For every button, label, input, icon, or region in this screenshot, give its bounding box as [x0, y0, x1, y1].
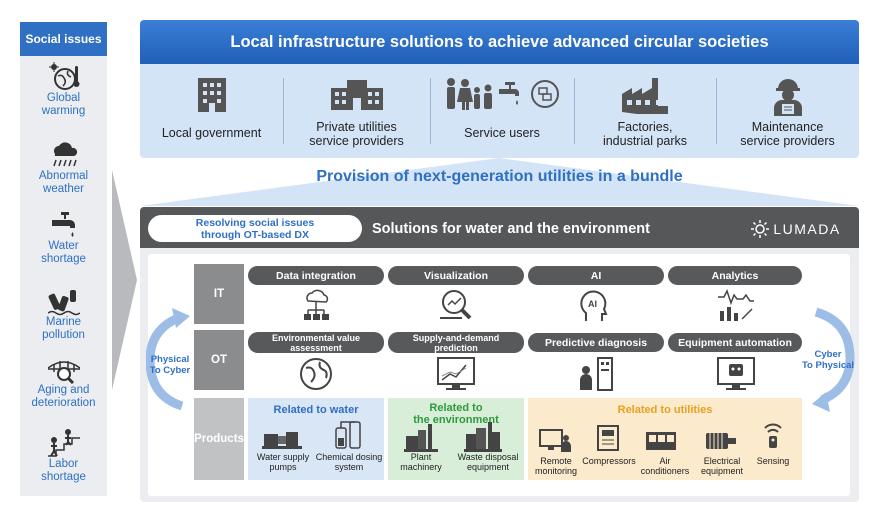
stakeholder-maintenance: Maintenance service providers: [716, 64, 859, 158]
ot-dx-badge: Resolving social issues through OT-based…: [148, 215, 362, 242]
factory-icon: [622, 78, 668, 114]
motor-icon: [706, 433, 736, 449]
stakeholder-factories: Factories, industrial parks: [574, 64, 716, 158]
monitor-chart-icon: [437, 357, 475, 390]
issue-marine-pollution: Marine pollution: [20, 284, 107, 352]
products-water-title: Related to water: [273, 404, 359, 416]
worker-panel-icon: [580, 357, 613, 391]
it-pill-ai: AI: [528, 266, 664, 285]
stakeholder-private-utilities: Private utilities service providers: [283, 64, 430, 158]
lumada-logo: LUMADA: [740, 215, 852, 242]
family-faucet-icon: [447, 78, 559, 110]
row-label-products: Products: [194, 398, 244, 480]
issue-labor-shortage: Labor shortage: [20, 426, 107, 494]
issue-label: Labor shortage: [41, 458, 86, 483]
earth-thermometer-icon: [49, 62, 80, 90]
product-label: Electrical equipment: [700, 456, 744, 476]
issue-abnormal-weather: Abnormal weather: [20, 138, 107, 206]
issue-label: Water shortage: [41, 240, 86, 265]
flow-arrow-icon: [112, 170, 137, 390]
compressor-icon: [597, 425, 619, 451]
issue-global-warming: Global warming: [20, 60, 107, 128]
faucet-icon: [52, 212, 75, 237]
ot-pill-predictive: Predictive diagnosis: [528, 333, 664, 352]
office-building-icon: [330, 80, 383, 110]
product-label: Plant machinery: [400, 452, 442, 472]
stakeholder-label: Local government: [161, 126, 262, 140]
product-label: Waste disposal equipment: [457, 452, 519, 472]
provision-caption: Provision of next-generation utilities i…: [316, 168, 683, 185]
robot-monitor-icon: [717, 357, 755, 390]
rain-cloud-icon: [53, 142, 78, 167]
plant-icon: [404, 424, 438, 452]
waste-plant-icon: [464, 422, 502, 452]
bridge-magnifier-icon: [48, 361, 80, 384]
page-title: Local infrastructure solutions to achiev…: [140, 20, 859, 64]
pump-icon: [262, 432, 302, 449]
ai-head-icon: AI: [580, 290, 608, 321]
issue-aging: Aging and deterioration: [20, 352, 107, 420]
magnifier-chart-icon: [440, 290, 472, 320]
product-label: Air conditioners: [640, 456, 690, 476]
dosing-icon: [335, 421, 361, 449]
stakeholder-label: Service users: [464, 126, 540, 140]
globe-icon: [300, 358, 332, 390]
issue-label: Aging and deterioration: [31, 384, 96, 409]
bottles-icon: [48, 290, 80, 316]
ot-pill-automation: Equipment automation: [668, 333, 802, 352]
product-label: Chemical dosing system: [315, 452, 383, 472]
stakeholder-local-government: Local government: [140, 64, 283, 158]
air-conditioner-icon: [646, 432, 676, 450]
physical-to-cyber-label: Physical To Cyber: [149, 354, 191, 376]
issue-label: Marine pollution: [42, 316, 85, 341]
product-label: Compressors: [582, 456, 636, 466]
social-issues-title: Social issues: [20, 22, 107, 56]
stakeholder-label: Maintenance service providers: [740, 120, 835, 148]
stakeholder-label: Factories, industrial parks: [602, 120, 688, 148]
it-pill-analytics: Analytics: [668, 266, 802, 285]
svg-text:AI: AI: [588, 299, 597, 309]
stakeholder-service-users: Service users: [430, 64, 574, 158]
it-pill-visualization: Visualization: [388, 266, 524, 285]
issue-water-shortage: Water shortage: [20, 208, 107, 276]
ot-pill-supply-demand: Supply-and-demand prediction: [388, 332, 524, 353]
product-label: Remote monitoring: [534, 456, 578, 476]
lumada-sun-icon: [751, 219, 770, 238]
cyber-to-physical-label: Cyber To Physical: [801, 349, 855, 371]
it-pill-data-integration: Data integration: [248, 266, 384, 285]
workers-stairs-icon: [48, 429, 80, 457]
worker-helmet-icon: [773, 79, 802, 116]
solutions-title: Solutions for water and the environment: [372, 220, 650, 237]
building-icon: [197, 78, 226, 112]
lumada-text: LUMADA: [773, 220, 841, 237]
analytics-chart-icon: [718, 289, 754, 321]
cloud-network-icon: [304, 289, 329, 320]
products-utilities-title: Related to utilities: [617, 404, 713, 416]
row-label-ot: OT: [194, 330, 244, 390]
ot-pill-environmental: Environmental value assessment: [248, 332, 384, 353]
product-label: Water supply pumps: [256, 452, 310, 472]
issue-label: Abnormal weather: [38, 170, 89, 195]
sensor-icon: [764, 423, 782, 448]
stakeholder-label: Private utilities service providers: [309, 120, 404, 148]
row-label-it: IT: [194, 264, 244, 324]
issue-label: Global warming: [41, 92, 86, 117]
remote-monitor-icon: [539, 429, 571, 452]
product-label: Sensing: [756, 456, 790, 466]
